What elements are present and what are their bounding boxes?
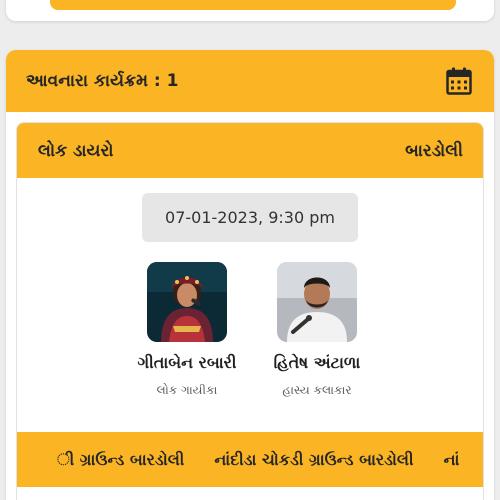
artist-role: લોક ગાયીકા <box>156 383 218 397</box>
previous-card <box>6 0 494 21</box>
venue-text: નાં <box>443 449 460 469</box>
artist-photo-geetaben <box>147 262 227 342</box>
event-city: બારડોલી <box>405 140 463 161</box>
event-datetime-badge: 07-01-2023, 9:30 pm <box>142 193 358 242</box>
upcoming-events-title: આવનારા કાર્યક્રમ : 1 <box>26 71 179 91</box>
venue-marquee-track: ી ગ્રાઉન્ડ બારડોલી નાંદીડા ચોકડી ગ્રાઉન્… <box>57 432 483 487</box>
artist-photo-hitesh <box>277 262 357 342</box>
venue-marquee: ી ગ્રાઉન્ડ બારડોલી નાંદીડા ચોકડી ગ્રાઉન્… <box>17 432 483 487</box>
event-header: લોક ડાયરો બારડોલી <box>17 123 483 178</box>
event-name: લોક ડાયરો <box>38 140 114 161</box>
artist-role: હાસ્ય કલાકાર <box>282 383 352 397</box>
venue-text: નાંદીડા ચોકડી ગ્રાઉન્ડ બારડોલી <box>214 449 414 469</box>
artist-card[interactable]: હિતેષ અંટાળા હાસ્ય કલાકાર <box>247 262 387 398</box>
artist-card[interactable]: ગીતાબેન રબારી લોક ગાયીકા <box>117 262 257 398</box>
calendar-icon[interactable] <box>446 67 472 95</box>
upcoming-events-panel: આવનારા કાર્યક્રમ : 1 લોક ડાયરો બારડોલી 0… <box>6 50 494 500</box>
artist-name: ગીતાબેન રબારી <box>137 353 237 372</box>
event-card[interactable]: લોક ડાયરો બારડોલી 07-01-2023, 9:30 pm ગી… <box>16 122 484 500</box>
previous-card-button[interactable] <box>50 0 456 10</box>
upcoming-events-header: આવનારા કાર્યક્રમ : 1 <box>6 50 494 112</box>
venue-text: ી ગ્રાઉન્ડ બારડોલી <box>57 449 185 469</box>
artist-name: હિતેષ અંટાળા <box>273 353 361 372</box>
